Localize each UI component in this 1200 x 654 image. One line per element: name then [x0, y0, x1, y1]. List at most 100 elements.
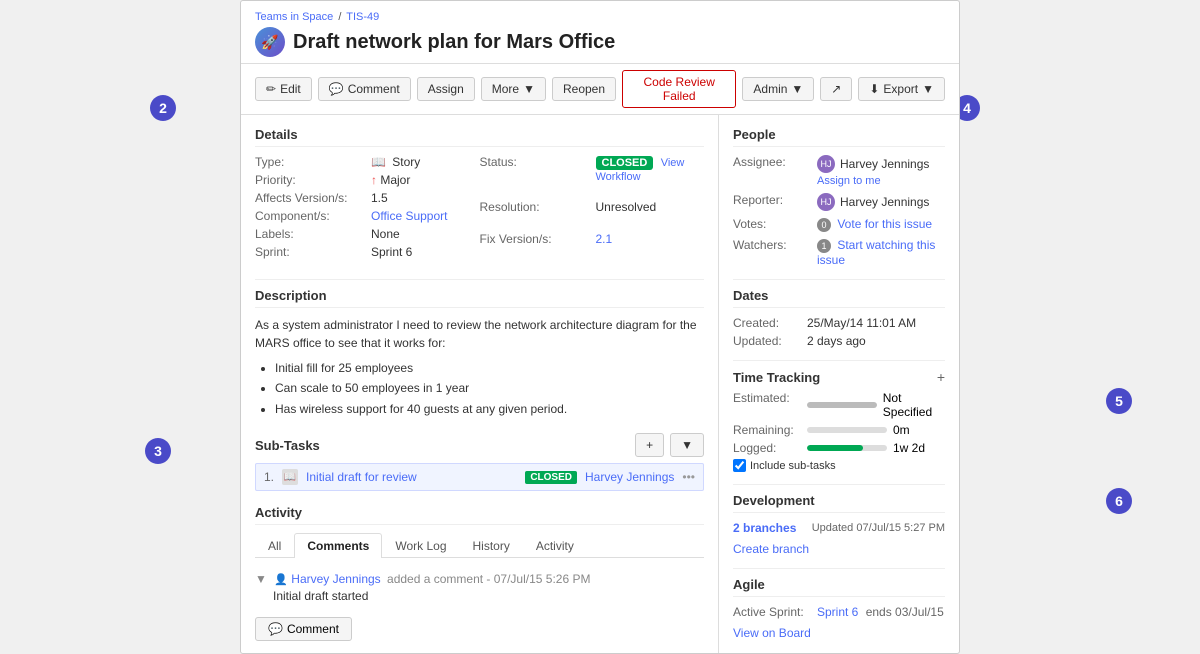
issue-title: 🚀 Draft network plan for Mars Office: [255, 27, 945, 57]
watchers-link[interactable]: Start watching this issue: [817, 238, 935, 267]
bullet-2: Can scale to 50 employees in 1 year: [275, 378, 704, 398]
assignee-name: Harvey Jennings: [840, 157, 929, 171]
description-section: Description As a system administrator I …: [255, 288, 704, 419]
fix-link[interactable]: 2.1: [596, 232, 613, 246]
view-board-link[interactable]: View on Board: [733, 626, 811, 640]
admin-button[interactable]: Admin ▼: [742, 77, 814, 101]
assign-label: Assign: [428, 82, 464, 96]
tab-activity[interactable]: Activity: [523, 533, 587, 558]
commenter-link[interactable]: Harvey Jennings: [291, 572, 380, 586]
sprint-link[interactable]: Sprint 6: [817, 605, 858, 619]
type-text: Story: [392, 155, 420, 169]
comment-input-button[interactable]: 💬 Comment: [255, 617, 352, 641]
tab-worklog[interactable]: Work Log: [382, 533, 459, 558]
code-review-button[interactable]: Code Review Failed: [622, 70, 736, 108]
left-column: Details Type: 📖 Story Priority: ↑ Major: [241, 115, 719, 653]
type-value: 📖 Story: [371, 155, 480, 169]
subtask-menu-button[interactable]: ▼: [670, 433, 704, 457]
time-add-icon[interactable]: +: [937, 369, 945, 385]
vote-link[interactable]: Vote for this issue: [837, 217, 932, 231]
priority-label: Priority:: [255, 173, 365, 187]
subtask-num: 1.: [264, 470, 274, 484]
toolbar: ✏ Edit 💬 Comment Assign More ▼ Reopen Co…: [241, 64, 959, 115]
edit-button[interactable]: ✏ Edit: [255, 77, 312, 101]
subtasks-header: Sub-Tasks + ▼: [255, 433, 704, 457]
affects-value: 1.5: [371, 191, 480, 205]
agile-heading: Agile: [733, 577, 945, 597]
subtask-link[interactable]: Initial draft for review: [306, 470, 517, 484]
estimated-value: Not Specified: [883, 391, 945, 419]
include-subtasks-label: Include sub-tasks: [750, 460, 836, 472]
details-right: Status: CLOSED View Workflow Resolution:…: [480, 155, 705, 259]
tab-all[interactable]: All: [255, 533, 294, 558]
fix-label: Fix Version/s:: [480, 232, 590, 259]
activity-section: Activity All Comments Work Log History A…: [255, 505, 704, 641]
description-list: Initial fill for 25 employees Can scale …: [255, 358, 704, 419]
comment-input-area: 💬 Comment: [255, 617, 704, 641]
export-icon: ⬇: [869, 82, 879, 96]
chevron-down-icon: ▼: [523, 82, 535, 96]
created-label: Created:: [733, 316, 803, 330]
estimated-label: Estimated:: [733, 391, 803, 419]
people-grid: Assignee: HJ Harvey Jennings Assign to m…: [733, 155, 945, 267]
components-label: Component/s:: [255, 209, 365, 223]
more-button[interactable]: More ▼: [481, 77, 546, 101]
reopen-button[interactable]: Reopen: [552, 77, 616, 101]
remaining-bar: [807, 427, 887, 433]
reporter-avatar: HJ: [817, 193, 835, 211]
comment-btn-label: Comment: [287, 622, 339, 636]
fix-value: 2.1: [596, 232, 705, 259]
votes-value: 0 Vote for this issue: [817, 217, 945, 232]
time-grid: Estimated: Not Specified Remaining: 0m L…: [733, 391, 945, 455]
tab-comments[interactable]: Comments: [294, 533, 382, 558]
description-heading: Description: [255, 288, 704, 308]
priority-text: Major: [380, 173, 410, 187]
active-sprint-value: Sprint 6 ends 03/Jul/15: [817, 605, 945, 619]
remaining-label: Remaining:: [733, 423, 803, 437]
time-heading: Time Tracking: [733, 370, 820, 385]
dev-heading: Development: [733, 493, 945, 513]
more-label: More: [492, 82, 519, 96]
subtask-row: 1. 📖 Initial draft for review CLOSED Har…: [255, 463, 704, 491]
type-label: Type:: [255, 155, 365, 169]
labels-label: Labels:: [255, 227, 365, 241]
issue-header: Teams in Space / TIS-49 🚀 Draft network …: [241, 1, 959, 64]
comment-button[interactable]: 💬 Comment: [318, 77, 411, 101]
dev-branches-row: 2 branches Updated 07/Jul/15 5:27 PM: [733, 521, 945, 535]
assign-button[interactable]: Assign: [417, 77, 475, 101]
branches-link[interactable]: 2 branches: [733, 521, 796, 535]
comment-label: Comment: [348, 82, 400, 96]
badge-3: 3: [145, 438, 171, 464]
logged-value: 1w 2d: [893, 441, 925, 455]
details-left: Type: 📖 Story Priority: ↑ Major Affects …: [255, 155, 480, 259]
components-link[interactable]: Office Support: [371, 209, 448, 223]
include-subtasks-checkbox[interactable]: [733, 459, 746, 472]
badge-5: 5: [1106, 388, 1132, 414]
reporter-name-wrap: HJ Harvey Jennings: [817, 193, 945, 211]
subtasks-section: Sub-Tasks + ▼ 1. 📖 Initial draft for rev…: [255, 433, 704, 491]
votes-label: Votes:: [733, 217, 813, 232]
toolbar-right: ↗ ⬇ Export ▼: [820, 77, 945, 101]
assign-to-me-link[interactable]: Assign to me: [817, 175, 881, 187]
details-heading: Details: [255, 127, 704, 147]
people-heading: People: [733, 127, 945, 147]
share-button[interactable]: ↗: [820, 77, 852, 101]
comment-item: ▼ 👤 Harvey Jennings added a comment - 07…: [255, 568, 704, 607]
add-subtask-button[interactable]: +: [635, 433, 664, 457]
active-sprint-label: Active Sprint:: [733, 605, 813, 619]
breadcrumb-issue-id[interactable]: TIS-49: [346, 11, 379, 23]
export-button[interactable]: ⬇ Export ▼: [858, 77, 945, 101]
tab-history[interactable]: History: [460, 533, 523, 558]
export-label: Export: [883, 82, 918, 96]
development-section: Development 2 branches Updated 07/Jul/15…: [733, 493, 945, 556]
reporter-label: Reporter:: [733, 193, 813, 211]
create-branch-link[interactable]: Create branch: [733, 542, 809, 556]
watchers-label: Watchers:: [733, 238, 813, 267]
project-icon: 🚀: [255, 27, 285, 57]
subtasks-heading: Sub-Tasks: [255, 438, 320, 453]
subtask-more-icon[interactable]: •••: [682, 470, 695, 484]
breadcrumb-project[interactable]: Teams in Space: [255, 11, 333, 23]
components-value: Office Support: [371, 209, 480, 223]
remaining-value: 0m: [893, 423, 910, 437]
updated-label: Updated:: [733, 334, 803, 348]
